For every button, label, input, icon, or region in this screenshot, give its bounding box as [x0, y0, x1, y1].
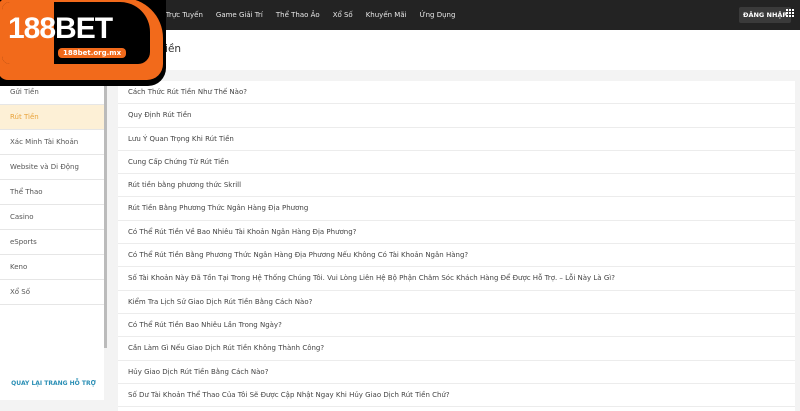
main-nav: Casino Trực Tuyến Game Giải Trí Thể Thao… — [140, 0, 455, 30]
question-link[interactable]: Số Tài Khoản Này Đã Tồn Tại Trong Hệ Thố… — [118, 267, 795, 291]
sidebar-item-withdraw[interactable]: Rút Tiền — [0, 105, 104, 130]
sidebar-item-keno[interactable]: Keno — [0, 255, 104, 280]
question-link[interactable]: Cách Thức Rút Tiền Như Thế Nào? — [118, 81, 795, 105]
sidebar-item-verification[interactable]: Xác Minh Tài Khoản — [0, 130, 104, 155]
question-link[interactable]: Rút tiền bằng phương thức Skrill — [118, 174, 795, 198]
brand-logo[interactable]: 188BET 188bet.org.mx — [0, 0, 166, 86]
sidebar-item-lottery[interactable]: Xổ Số — [0, 280, 104, 305]
back-to-support-link[interactable]: QUAY LẠI TRANG HỖ TRỢ — [0, 380, 107, 387]
sidebar-scrollbar[interactable] — [104, 80, 107, 348]
logo-text: 188BET — [8, 12, 113, 45]
question-list: Cách Thức Rút Tiền Như Thế Nào? Quy Định … — [118, 81, 795, 411]
question-link[interactable]: Có Thể Rút Tiền Bằng Phương Thức Ngân Hà… — [118, 244, 795, 268]
question-link[interactable]: Cần Làm Gì Nếu Giao Dịch Rút Tiền Không … — [118, 337, 795, 361]
nav-lottery[interactable]: Xổ Số — [333, 11, 353, 19]
sidebar-item-sports[interactable]: Thể Thao — [0, 180, 104, 205]
nav-games[interactable]: Game Giải Trí — [216, 11, 263, 19]
question-link[interactable]: Kiểm Tra Lịch Sử Giao Dịch Rút Tiền Bằng… — [118, 291, 795, 314]
nav-virtual-sports[interactable]: Thể Thao Ảo — [276, 11, 320, 19]
question-link[interactable]: Rút Tiền Bằng Phương Thức Ngân Hàng Địa … — [118, 197, 795, 221]
question-link[interactable]: Cung Cấp Chứng Từ Rút Tiền — [118, 151, 795, 175]
question-link[interactable]: Quy Định Rút Tiền — [118, 104, 795, 128]
question-link[interactable]: Số Dư Tài Khoản Thể Thao Của Tôi Sẽ Được… — [118, 384, 795, 408]
nav-app[interactable]: Ứng Dụng — [420, 11, 456, 19]
nav-promotions[interactable]: Khuyến Mãi — [366, 11, 407, 19]
apps-grid-icon[interactable] — [786, 9, 795, 18]
sidebar-item-casino[interactable]: Casino — [0, 205, 104, 230]
sidebar-item-website-mobile[interactable]: Website và Di Động — [0, 155, 104, 180]
sidebar: Gửi Tiền Rút Tiền Xác Minh Tài Khoản Web… — [0, 80, 104, 400]
question-link[interactable]: Hủy Giao Dịch Rút Tiền Bằng Cách Nào? — [118, 361, 795, 384]
question-link[interactable]: Lưu Ý Quan Trọng Khi Rút Tiền — [118, 128, 795, 151]
sidebar-item-esports[interactable]: eSports — [0, 230, 104, 255]
login-button[interactable]: ĐĂNG NHẬP — [739, 7, 792, 23]
logo-domain: 188bet.org.mx — [58, 48, 127, 58]
question-link[interactable]: Có Thể Rút Tiền Về Bao Nhiêu Tài Khoản N… — [118, 221, 795, 245]
question-link[interactable]: Có Thể Rút Tiền Bao Nhiêu Lần Trong Ngày… — [118, 314, 795, 338]
